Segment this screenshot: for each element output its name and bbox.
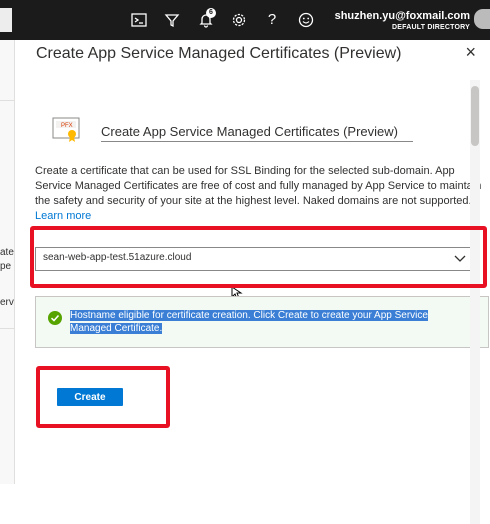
account-directory: DEFAULT DIRECTORY [392,24,470,31]
avatar[interactable] [474,9,490,29]
validation-message: Hostname eligible for certificate creati… [70,309,450,335]
account-email: shuzhen.yu@foxmail.com [334,10,470,22]
scrollbar-thumb[interactable] [471,86,479,146]
description: Create a certificate that can be used fo… [35,164,485,224]
background-blade-edge: ate pe erv [0,40,15,484]
top-navigation-bar: 6 ? shuzhen.yu@foxmail.com DEFAULT DIREC… [0,0,490,40]
account-menu[interactable]: shuzhen.yu@foxmail.com DEFAULT DIRECTORY [335,10,470,33]
highlight-box-dropdown [30,226,487,288]
blade-scrollbar[interactable] [470,80,480,524]
validation-message-text: Hostname eligible for certificate creati… [70,310,428,334]
background-text: erv [0,297,14,308]
directory-filter-icon[interactable] [164,12,180,28]
divider [101,141,413,142]
section-title: Create App Service Managed Certificates … [101,124,398,139]
feedback-icon[interactable] [298,12,314,28]
background-text: pe [0,261,12,272]
validation-message-box: Hostname eligible for certificate creati… [35,296,489,348]
help-icon[interactable]: ? [264,12,280,28]
settings-icon[interactable] [231,12,247,28]
global-search-box[interactable] [0,8,12,32]
svg-text:PFX: PFX [61,123,73,129]
cloud-shell-icon[interactable] [131,12,147,28]
close-icon[interactable]: × [465,42,476,63]
success-check-icon [48,311,62,325]
learn-more-link[interactable]: Learn more [35,210,91,222]
background-text: ate [0,247,14,258]
certificate-pfx-icon: PFX [52,117,80,142]
blade-title: Create App Service Managed Certificates … [36,45,402,62]
highlight-box-create [36,366,170,428]
notification-count-badge: 6 [206,8,216,18]
description-text: Create a certificate that can be used fo… [35,165,482,207]
